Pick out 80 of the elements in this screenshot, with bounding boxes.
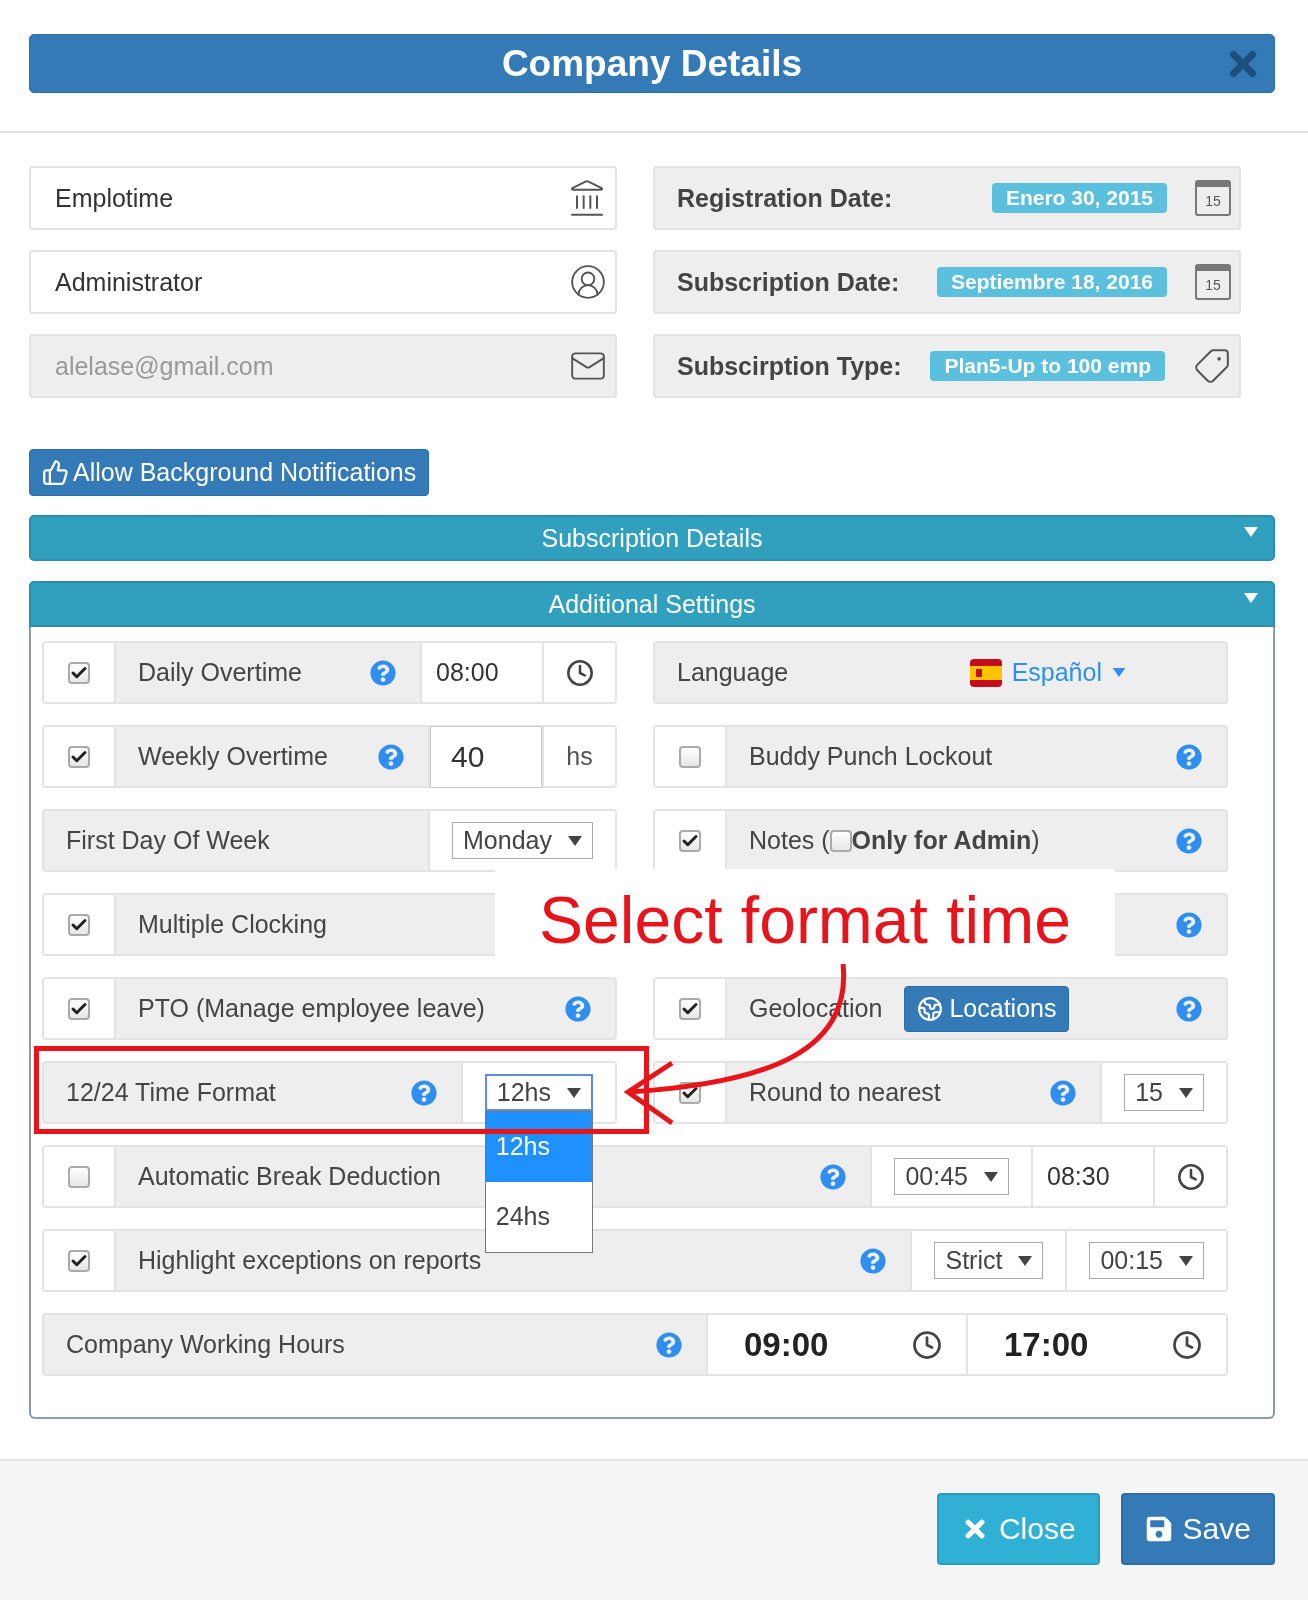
caret-icon: [1112, 668, 1126, 677]
input-field[interactable]: 40: [430, 725, 542, 788]
info-badge: Plan5-Up to 100 emp: [930, 351, 1165, 381]
info-badge: Enero 30, 2015: [991, 183, 1167, 213]
thumbs-up-icon: [42, 459, 69, 486]
checkbox[interactable]: [68, 661, 90, 684]
help-icon[interactable]: [1050, 1079, 1077, 1106]
text-field[interactable]: Emplotime: [29, 166, 617, 230]
setting-label: Round to nearest: [749, 1078, 941, 1107]
caret-icon: [567, 1087, 581, 1098]
select-dropdown[interactable]: 12hs: [484, 1074, 593, 1111]
clock-icon[interactable]: [1172, 1329, 1202, 1360]
setting-label: Highlight exceptions on reports: [138, 1246, 482, 1275]
caret-icon: [1243, 527, 1259, 537]
setting-label: Company Working Hours: [66, 1330, 345, 1359]
locations-button[interactable]: Locations: [904, 985, 1070, 1032]
select-dropdown[interactable]: Monday: [452, 822, 593, 859]
flag-icon: [969, 656, 1002, 689]
tag-icon: [1193, 347, 1231, 385]
setting-label: PTO (Manage employee leave): [138, 994, 485, 1023]
help-icon[interactable]: [410, 1079, 437, 1106]
setting-label: Buddy Punch Lockout: [749, 742, 993, 771]
text-field[interactable]: 08:30: [1031, 1147, 1153, 1206]
notifications-button[interactable]: Allow Background Notifications: [29, 449, 430, 496]
user-icon: [569, 263, 607, 301]
setting-label: First Day Of Week: [66, 826, 270, 855]
help-icon[interactable]: [565, 995, 591, 1022]
select-dropdown[interactable]: 00:45: [894, 1158, 1009, 1195]
info-label: Registration Date:: [677, 183, 893, 213]
checkbox[interactable]: [829, 829, 852, 852]
caret-icon: [1179, 1087, 1193, 1098]
setting-label: Automatic Break Deduction: [138, 1162, 441, 1191]
setting-label: Language: [677, 658, 789, 687]
info-label: Subscription Date:: [677, 267, 900, 297]
caret-icon: [568, 835, 582, 846]
help-icon[interactable]: [860, 1247, 887, 1274]
unit-label: hs: [566, 742, 593, 771]
calendar-icon[interactable]: 15: [1195, 180, 1231, 216]
caret-icon: [1243, 593, 1259, 603]
info-badge: Septiembre 18, 2016: [937, 267, 1167, 297]
help-icon[interactable]: [820, 1163, 847, 1190]
help-icon[interactable]: [1176, 827, 1202, 854]
help-icon[interactable]: [378, 743, 404, 770]
clock-icon[interactable]: [912, 1329, 942, 1360]
text-field[interactable]: 08:00: [420, 643, 542, 702]
help-icon[interactable]: [656, 1331, 682, 1358]
select-dropdown[interactable]: 15: [1124, 1074, 1204, 1111]
checkbox[interactable]: [68, 997, 90, 1020]
caret-icon: [984, 1171, 998, 1182]
select-dropdown[interactable]: Strict: [934, 1242, 1044, 1279]
info-label: Subscirption Type:: [677, 351, 902, 381]
select-dropdown[interactable]: 00:15: [1089, 1242, 1204, 1279]
setting-label: Weekly Overtime: [138, 742, 328, 771]
checkbox[interactable]: [68, 913, 90, 936]
help-icon[interactable]: [1176, 743, 1202, 770]
clock-icon[interactable]: [1176, 1162, 1205, 1191]
save-button[interactable]: Save: [1120, 1493, 1275, 1565]
caret-icon: [1018, 1255, 1033, 1266]
text-field[interactable]: Administrator: [29, 250, 617, 314]
input-field[interactable]: Administrator: [53, 266, 569, 298]
checkbox[interactable]: [679, 829, 701, 852]
setting-label: Multiple Clocking: [138, 910, 327, 939]
clock-icon[interactable]: [565, 658, 594, 687]
calendar-icon[interactable]: 15: [1195, 264, 1231, 300]
globe-icon: [917, 995, 944, 1022]
checkbox[interactable]: [679, 745, 701, 768]
help-icon[interactable]: [1176, 995, 1202, 1022]
setting-label: Notes (: [749, 826, 830, 855]
setting-label: 12/24 Time Format: [66, 1078, 276, 1107]
setting-label: Daily Overtime: [138, 658, 302, 687]
option-label: Only for Admin): [851, 826, 1040, 855]
input-field[interactable]: Emplotime: [53, 182, 567, 214]
dialog-title: Company Details: [501, 42, 803, 85]
checkbox[interactable]: [68, 1165, 90, 1188]
help-icon[interactable]: [370, 659, 396, 686]
caret-icon: [1179, 1255, 1193, 1266]
checkbox[interactable]: [68, 1249, 90, 1272]
checkbox[interactable]: [679, 997, 701, 1020]
checkbox[interactable]: [68, 745, 90, 768]
help-icon[interactable]: [1176, 911, 1202, 938]
